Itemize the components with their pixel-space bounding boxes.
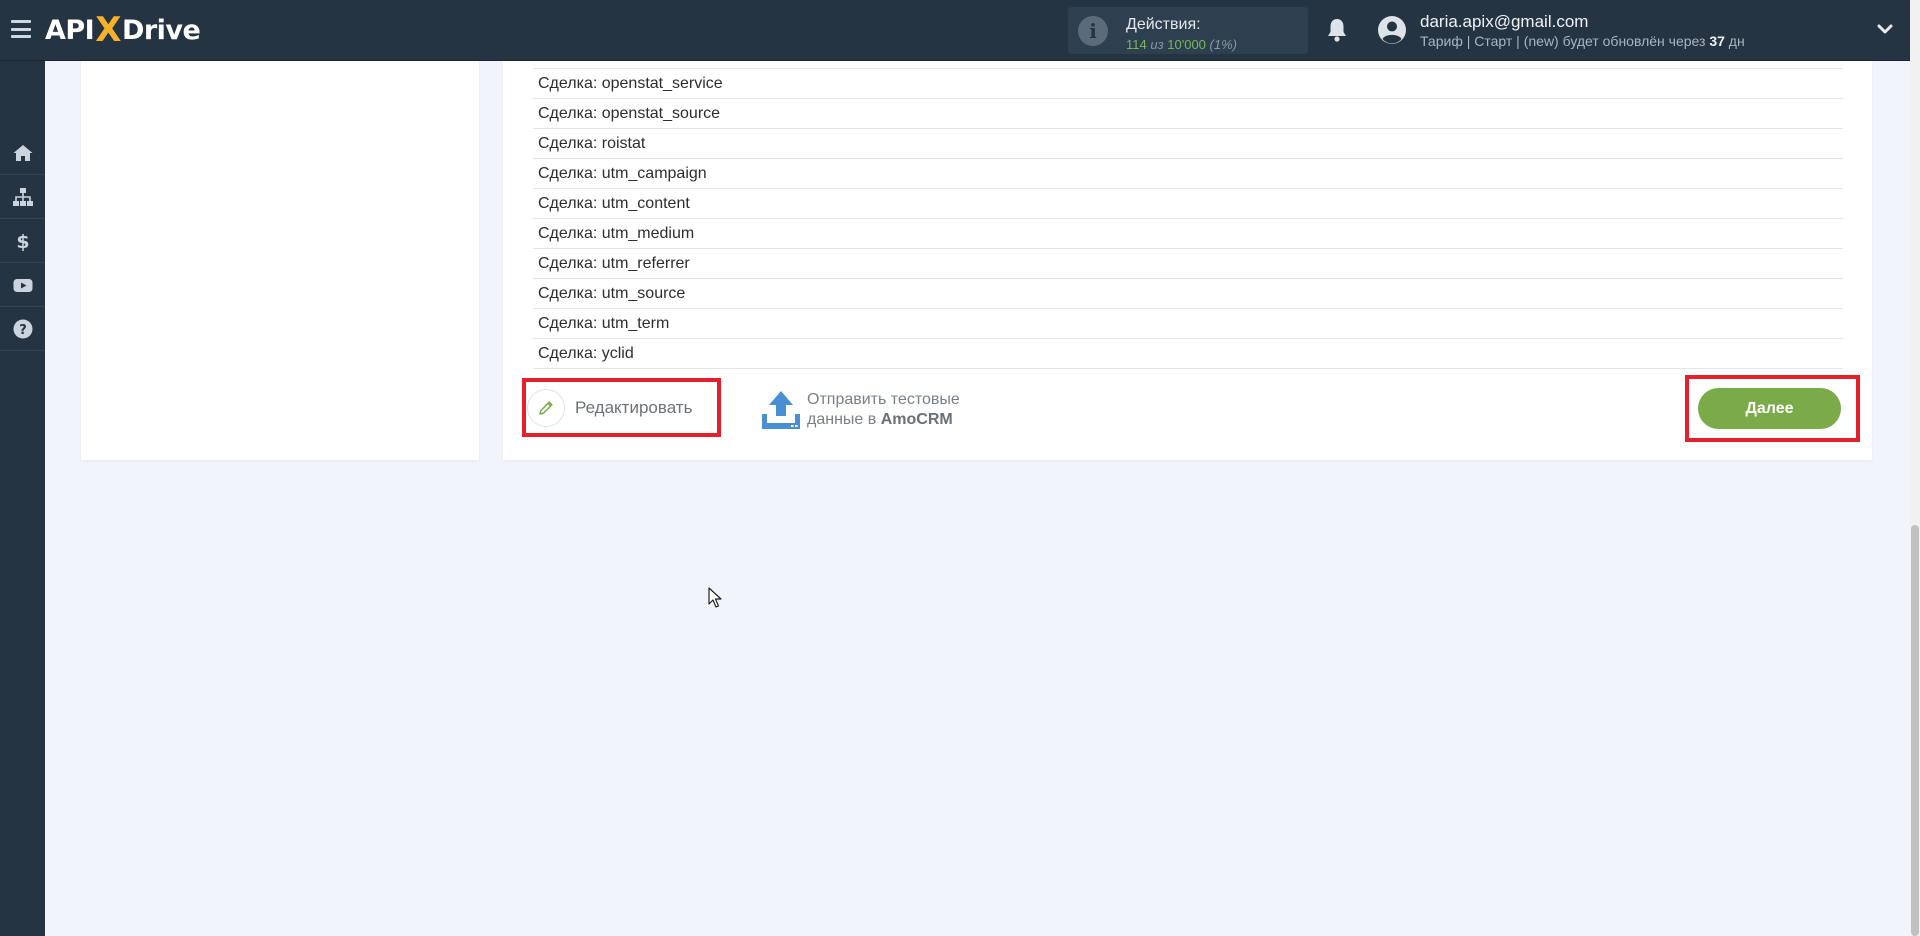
actions-of: из xyxy=(1150,37,1164,52)
sidebar-item-help[interactable]: ? xyxy=(0,307,45,351)
upload-icon xyxy=(762,391,800,429)
plan-days: 37 xyxy=(1709,33,1725,49)
sidebar-item-home[interactable] xyxy=(0,131,45,175)
menu-icon[interactable] xyxy=(11,20,31,38)
pencil-icon xyxy=(539,401,553,415)
mouse-cursor-icon xyxy=(708,587,722,608)
list-item: Сделка: utm_referrer xyxy=(533,249,1843,279)
scrollbar-thumb[interactable] xyxy=(1911,525,1919,936)
apixdrive-logo[interactable]: API X Drive xyxy=(45,10,201,50)
left-panel-card xyxy=(81,61,479,460)
top-bar: API X Drive i Действия: 114 из 10'000 (1%)… xyxy=(0,0,1910,61)
send-test-data-button[interactable]: Отправить тестовые данные в AmoCRM xyxy=(761,388,960,432)
actions-percent: (1%) xyxy=(1209,37,1237,52)
list-item: Сделка: utm_campaign xyxy=(533,159,1843,189)
user-email[interactable]: daria.apix@gmail.com xyxy=(1420,12,1588,32)
list-item: Сделка: openstat_source xyxy=(533,99,1843,129)
actions-counter[interactable]: i Действия: 114 из 10'000 (1%) xyxy=(1068,7,1308,54)
sidebar-item-billing[interactable]: $ xyxy=(0,219,45,263)
fields-list: Сделка: openstat_service Сделка: opensta… xyxy=(533,61,1843,369)
next-button[interactable]: Далее xyxy=(1698,388,1841,429)
logo-text-api: API xyxy=(45,14,95,46)
bell-icon[interactable] xyxy=(1326,17,1348,43)
list-item: Сделка: utm_term xyxy=(533,309,1843,339)
sidebar: $ ? xyxy=(0,61,45,936)
svg-text:$: $ xyxy=(16,231,29,252)
pencil-icon-circle xyxy=(527,389,565,427)
fields-card: Сделка: openstat_service Сделка: opensta… xyxy=(503,61,1872,460)
chevron-down-icon[interactable] xyxy=(1877,22,1893,36)
list-item: Сделка: utm_content xyxy=(533,189,1843,219)
sidebar-item-connections[interactable] xyxy=(0,175,45,219)
list-item xyxy=(533,61,1843,69)
sidebar-item-video[interactable] xyxy=(0,263,45,307)
plan-text: Тариф | Старт | (new) будет обновлён чер… xyxy=(1420,33,1706,49)
user-plan: Тариф | Старт | (new) будет обновлён чер… xyxy=(1420,33,1745,49)
sitemap-icon xyxy=(12,187,33,206)
edit-button-label: Редактировать xyxy=(575,398,693,417)
plan-days-unit: дн xyxy=(1728,33,1745,49)
user-avatar-icon[interactable] xyxy=(1377,15,1407,45)
actions-used: 114 xyxy=(1126,37,1147,52)
send-label-brand: AmoCRM xyxy=(880,411,953,428)
send-test-data-label: Отправить тестовые данные в AmoCRM xyxy=(807,390,960,430)
list-item: Сделка: roistat xyxy=(533,129,1843,159)
actions-value: 114 из 10'000 (1%) xyxy=(1126,37,1237,52)
send-label-line1: Отправить тестовые xyxy=(807,391,960,408)
actions-total: 10'000 xyxy=(1167,37,1206,52)
send-label-pre: данные в xyxy=(807,411,877,428)
list-item: Сделка: utm_source xyxy=(533,279,1843,309)
edit-button[interactable]: Редактировать xyxy=(527,389,692,427)
send-label-line2: данные в AmoCRM xyxy=(807,410,960,430)
home-icon xyxy=(13,144,32,161)
list-item: Сделка: openstat_service xyxy=(533,69,1843,99)
actions-label: Действия: xyxy=(1126,16,1201,33)
dollar-icon: $ xyxy=(16,231,29,252)
logo-text-drive: Drive xyxy=(121,14,201,46)
help-icon: ? xyxy=(13,319,32,338)
list-item: Сделка: yclid xyxy=(533,339,1843,369)
logo-text-x: X xyxy=(95,10,121,50)
youtube-icon xyxy=(13,278,32,292)
list-item: Сделка: utm_medium xyxy=(533,219,1843,249)
svg-text:?: ? xyxy=(19,323,27,338)
info-icon: i xyxy=(1078,16,1108,46)
